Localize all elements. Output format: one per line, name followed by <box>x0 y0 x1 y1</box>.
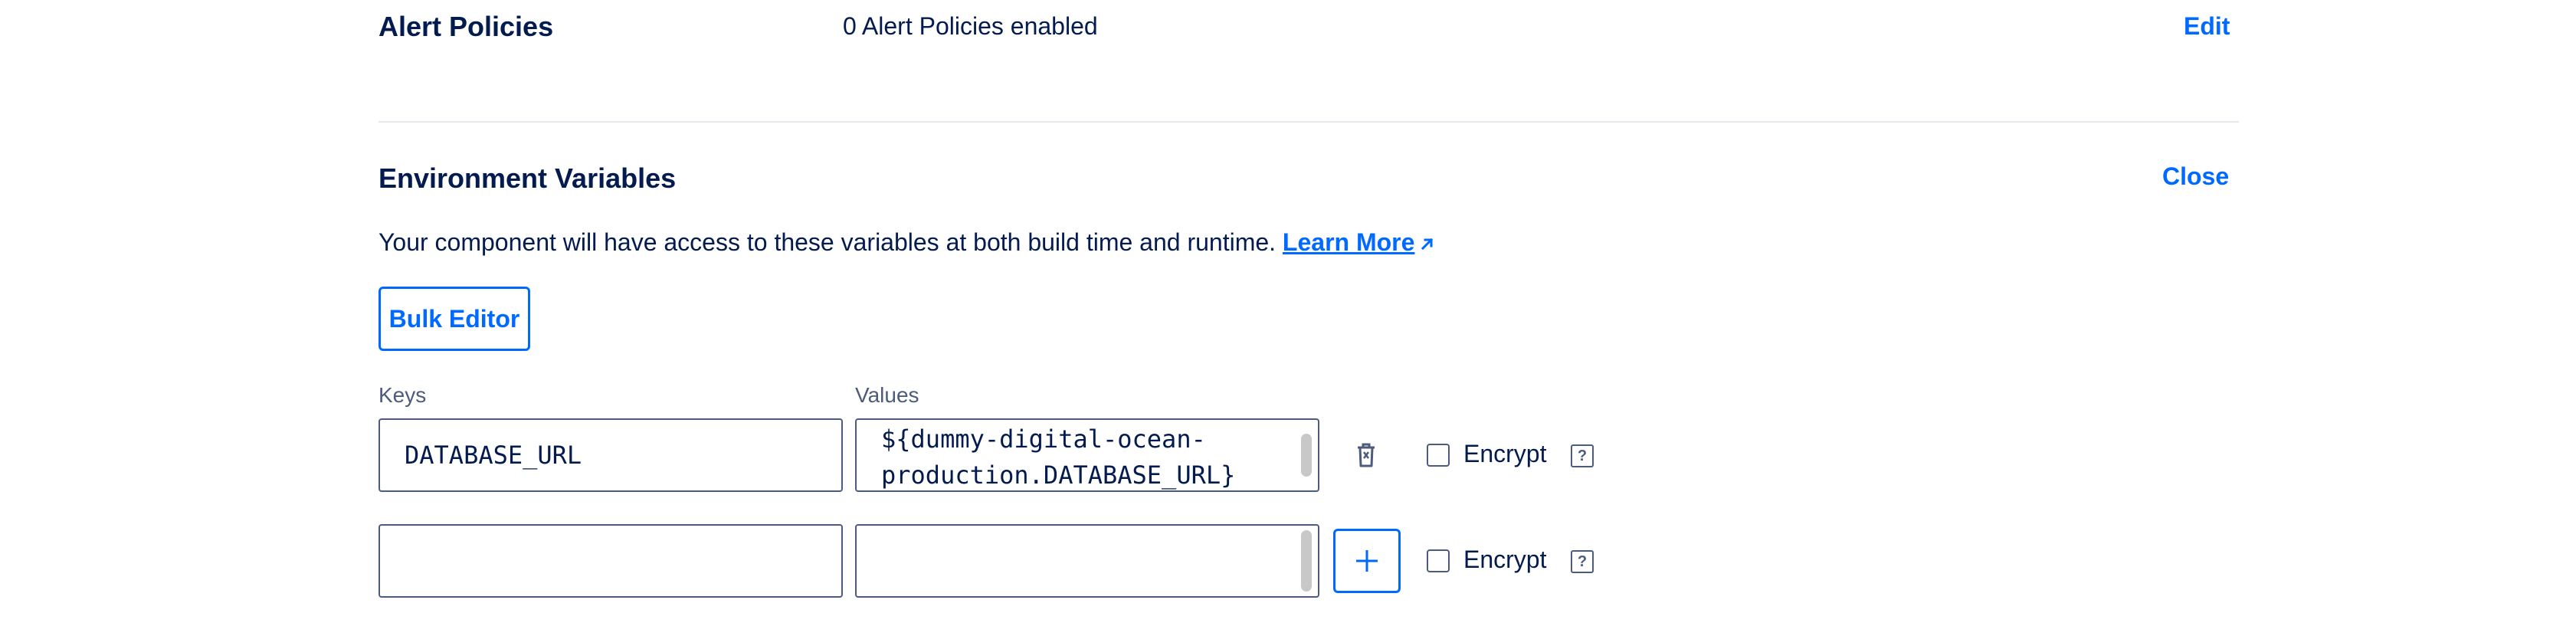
new-encrypt-label: Encrypt <box>1463 546 1547 573</box>
env-vars-description: Your component will have access to these… <box>379 228 1277 256</box>
external-link-icon <box>1421 238 1434 251</box>
encrypt-label: Encrypt <box>1463 440 1547 467</box>
key-input[interactable]: DATABASE_URL <box>379 418 843 492</box>
encrypt-help-icon[interactable]: ? <box>1571 444 1594 467</box>
value-scrollbar[interactable] <box>1301 434 1312 477</box>
value-textarea[interactable]: ${dummy-digital-ocean-production.DATABAS… <box>855 418 1319 492</box>
learn-more-label: Learn More <box>1282 228 1415 256</box>
plus-icon <box>1356 550 1378 572</box>
delete-button[interactable] <box>1353 441 1379 469</box>
env-vars-title: Environment Variables <box>379 162 677 194</box>
new-value-textarea[interactable] <box>855 524 1319 598</box>
alert-policies-status: 0 Alert Policies enabled <box>843 12 1098 40</box>
keys-header: Keys <box>379 383 427 407</box>
values-header: Values <box>855 383 919 407</box>
alert-policies-title: Alert Policies <box>379 11 554 42</box>
section-divider <box>379 121 2239 123</box>
env-vars-description-line: Your component will have access to these… <box>379 228 1436 257</box>
learn-more-link[interactable]: Learn More <box>1283 228 1414 256</box>
new-encrypt-help-icon[interactable]: ? <box>1571 550 1594 573</box>
env-var-row-1: DATABASE_URL <box>379 418 843 492</box>
trash-icon <box>1358 443 1375 467</box>
alert-policies-edit-link[interactable]: Edit <box>2184 12 2230 41</box>
new-encrypt-checkbox[interactable] <box>1427 549 1450 572</box>
add-variable-button[interactable] <box>1333 529 1401 593</box>
bulk-editor-button[interactable]: Bulk Editor <box>379 287 530 351</box>
new-value-scrollbar[interactable] <box>1301 530 1312 592</box>
env-var-row-2 <box>379 524 843 598</box>
new-key-input[interactable] <box>379 524 843 598</box>
env-vars-close-link[interactable]: Close <box>2162 162 2229 191</box>
encrypt-checkbox[interactable] <box>1427 444 1450 467</box>
